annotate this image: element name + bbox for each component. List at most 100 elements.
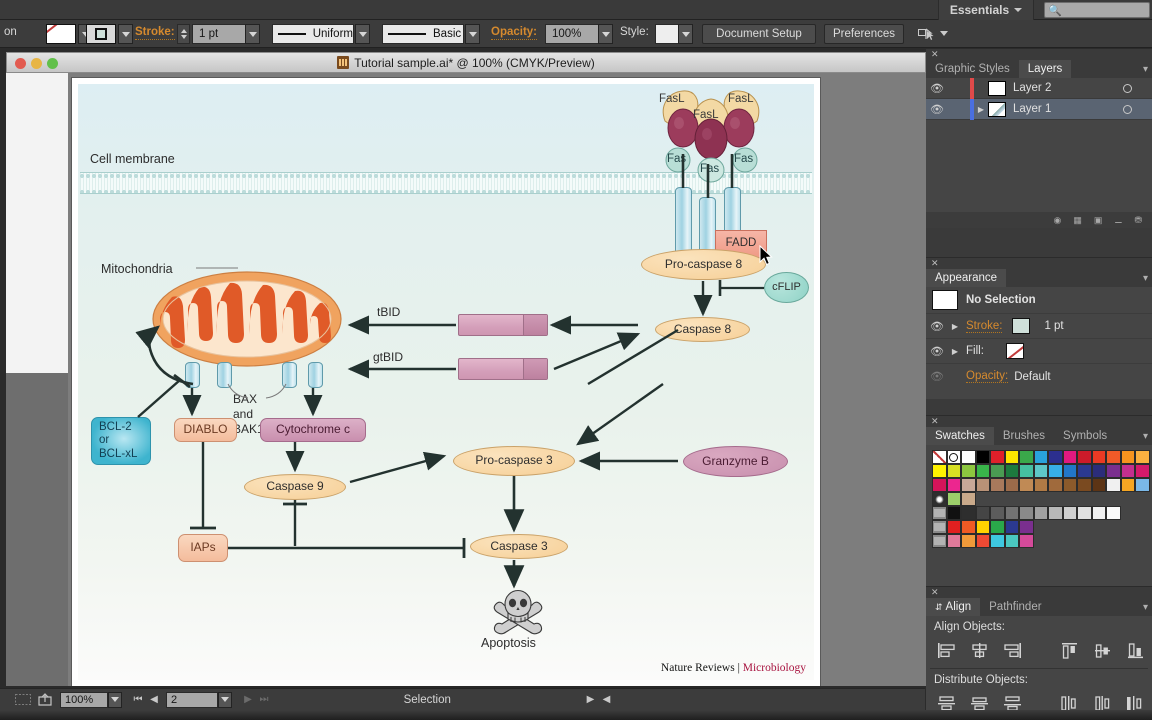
- swatch-cell[interactable]: [961, 450, 976, 464]
- graphic-style-swatch[interactable]: [655, 24, 679, 44]
- swatch-cell[interactable]: [1106, 450, 1121, 464]
- artboard-tool-icon[interactable]: [12, 692, 34, 708]
- table-row[interactable]: 👁 Layer 2: [926, 77, 1152, 99]
- brush-definition-field[interactable]: Basic: [382, 24, 464, 44]
- trash-icon[interactable]: ⛃: [1134, 215, 1142, 226]
- swatch-cell[interactable]: [961, 534, 976, 548]
- swatch-folder[interactable]: [932, 520, 947, 534]
- prev-page-icon[interactable]: ◀: [146, 692, 162, 708]
- swatch-cell[interactable]: [990, 506, 1005, 520]
- swatch-cell[interactable]: [975, 478, 990, 492]
- swatch-cell[interactable]: [1004, 506, 1019, 520]
- opacity-field[interactable]: 100%: [545, 24, 599, 44]
- appearance-fill-row[interactable]: 👁 ▶ Fill:: [926, 339, 1152, 364]
- zoom-dropdown[interactable]: [108, 691, 122, 708]
- swatch-cell[interactable]: [1019, 506, 1034, 520]
- share-icon[interactable]: [34, 692, 56, 708]
- delete-layer-icon[interactable]: ⚊: [1114, 215, 1122, 226]
- swatch-cell[interactable]: [975, 506, 990, 520]
- swatch-cell[interactable]: [1120, 478, 1135, 492]
- panel-menu-icon[interactable]: ▾: [1143, 602, 1148, 613]
- create-sublayer-icon[interactable]: ▦: [1073, 215, 1082, 226]
- artboard[interactable]: Cell membrane FasL FasL FasL Fas Fas Fas…: [72, 78, 820, 686]
- fill-color-swatch[interactable]: [46, 24, 76, 44]
- swatch-cell[interactable]: [1106, 478, 1121, 492]
- swatch-cell[interactable]: [1077, 464, 1092, 478]
- visibility-icon[interactable]: 👁: [926, 82, 948, 95]
- new-layer-icon[interactable]: ▣: [1094, 215, 1103, 226]
- tab-brushes[interactable]: Brushes: [993, 427, 1055, 445]
- swatch-cell[interactable]: [975, 464, 990, 478]
- stroke-weight-dropdown[interactable]: [245, 24, 260, 44]
- stroke-profile-dropdown[interactable]: [355, 24, 370, 44]
- swatch-cell[interactable]: [1019, 478, 1034, 492]
- preferences-button[interactable]: Preferences: [824, 24, 904, 44]
- swatch-cell[interactable]: [961, 492, 976, 506]
- swatch-cell[interactable]: [1062, 506, 1077, 520]
- swatch-cell[interactable]: [1106, 464, 1121, 478]
- swatch-cell[interactable]: [990, 450, 1005, 464]
- next-page-icon[interactable]: ▶: [240, 692, 256, 708]
- swatch-cell[interactable]: [946, 534, 961, 548]
- swatch-folder[interactable]: [932, 506, 947, 520]
- workspace-switcher[interactable]: Essentials: [938, 0, 1034, 20]
- swatch-cell[interactable]: [990, 534, 1005, 548]
- visibility-icon[interactable]: 👁: [926, 345, 948, 358]
- swatch-cell[interactable]: [1019, 534, 1034, 548]
- swatch-folder[interactable]: [932, 534, 947, 548]
- stroke-weight-field[interactable]: 1 pt: [192, 24, 247, 44]
- search-input[interactable]: 🔍: [1044, 2, 1150, 18]
- tab-align[interactable]: ⇵ Align: [926, 598, 981, 616]
- stroke-color-swatch[interactable]: [86, 24, 116, 44]
- swatch-cell[interactable]: [1077, 450, 1092, 464]
- target-indicator[interactable]: [1123, 104, 1132, 114]
- swatch-cell[interactable]: [1091, 478, 1106, 492]
- swatch-cell[interactable]: [1048, 478, 1063, 492]
- swatch-cell[interactable]: [1077, 478, 1092, 492]
- swatch-cell[interactable]: [1019, 464, 1034, 478]
- swatch-cell[interactable]: [1004, 464, 1019, 478]
- swatch-cell[interactable]: [1135, 478, 1150, 492]
- close-icon[interactable]: ✕: [931, 416, 939, 427]
- page-field[interactable]: 2: [166, 691, 218, 708]
- swatch-cell[interactable]: [1091, 464, 1106, 478]
- align-horizontal-center-icon[interactable]: [963, 638, 996, 662]
- swatch-cell[interactable]: [975, 534, 990, 548]
- tab-symbols[interactable]: Symbols: [1054, 427, 1117, 445]
- swatch-cell[interactable]: [1033, 478, 1048, 492]
- transform-dropdown[interactable]: [940, 31, 948, 36]
- swatch-cell[interactable]: [990, 520, 1005, 534]
- status-next-icon[interactable]: ▶: [583, 692, 599, 708]
- align-right-icon[interactable]: [996, 638, 1029, 662]
- fill-color-swatch[interactable]: [1005, 343, 1024, 359]
- swatch-cell[interactable]: [975, 520, 990, 534]
- swatch-cell[interactable]: [946, 478, 961, 492]
- opacity-dropdown[interactable]: [598, 24, 613, 44]
- swatch-cell[interactable]: [1135, 464, 1150, 478]
- close-icon[interactable]: ✕: [931, 587, 939, 598]
- swatch-cell[interactable]: [1048, 464, 1063, 478]
- swatch-cell[interactable]: [1106, 506, 1121, 520]
- swatch-cell[interactable]: [946, 520, 961, 534]
- first-page-icon[interactable]: ⏮: [130, 692, 146, 708]
- appearance-stroke-row[interactable]: 👁 ▶ Stroke: 1 pt: [926, 314, 1152, 339]
- panel-menu-icon[interactable]: ▾: [1143, 431, 1148, 442]
- swatch-cell[interactable]: [1135, 450, 1150, 464]
- swatch-cell[interactable]: [946, 492, 961, 506]
- swatch-cell[interactable]: [1004, 450, 1019, 464]
- swatch-cell[interactable]: [1033, 450, 1048, 464]
- swatch-cell[interactable]: [1004, 534, 1019, 548]
- transform-each-icon[interactable]: [918, 28, 934, 46]
- minimize-button[interactable]: [31, 58, 42, 69]
- swatch-cell[interactable]: [961, 520, 976, 534]
- swatch-cell[interactable]: [1077, 506, 1092, 520]
- swatches-grid[interactable]: [926, 445, 1152, 586]
- chevron-right-icon[interactable]: ▶: [974, 105, 988, 114]
- stroke-color-swatch[interactable]: [1012, 318, 1031, 334]
- tab-swatches[interactable]: Swatches: [926, 427, 994, 445]
- visibility-icon[interactable]: 👁: [926, 103, 948, 116]
- panel-menu-icon[interactable]: ▾: [1143, 64, 1148, 75]
- stroke-weight-stepper[interactable]: [177, 24, 190, 44]
- canvas-area[interactable]: Cell membrane FasL FasL FasL Fas Fas Fas…: [6, 73, 926, 686]
- graphic-style-dropdown[interactable]: [678, 24, 693, 44]
